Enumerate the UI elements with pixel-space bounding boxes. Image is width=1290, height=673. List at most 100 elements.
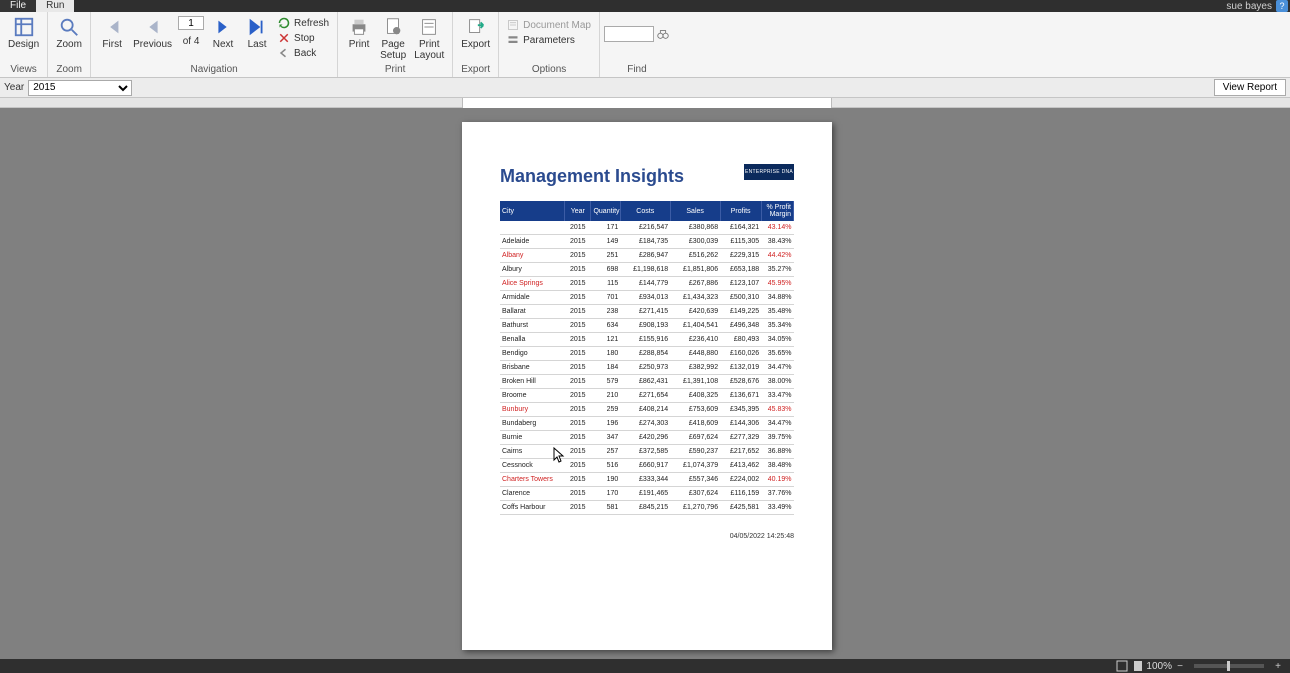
th-margin[interactable]: % Profit Margin	[761, 201, 793, 221]
view-report-button[interactable]: View Report	[1214, 79, 1286, 96]
table-row[interactable]: Alice Springs2015115£144,779£267,886£123…	[500, 277, 794, 291]
th-year[interactable]: Year	[565, 201, 591, 221]
table-row[interactable]: Bunbury2015259£408,214£753,609£345,39545…	[500, 403, 794, 417]
cell-costs: £216,547	[620, 221, 670, 235]
cell-year: 2015	[565, 403, 591, 417]
table-row[interactable]: Bathurst2015634£908,193£1,404,541£496,34…	[500, 319, 794, 333]
th-city[interactable]: City	[500, 201, 565, 221]
zoom-button[interactable]: Zoom	[52, 14, 86, 52]
param-year-select[interactable]: 2015	[28, 80, 132, 96]
cell-city: Armidale	[500, 291, 565, 305]
page-setup-button[interactable]: Page Setup	[376, 14, 410, 63]
table-row[interactable]: Armidale2015701£934,013£1,434,323£500,31…	[500, 291, 794, 305]
last-page-button[interactable]: Last	[240, 14, 274, 52]
cell-city: Cairns	[500, 445, 565, 459]
cell-year: 2015	[565, 417, 591, 431]
table-row[interactable]: Bendigo2015180£288,854£448,880£160,02635…	[500, 347, 794, 361]
design-button[interactable]: Design	[4, 14, 43, 52]
cell-city: Broome	[500, 389, 565, 403]
table-row[interactable]: Benalla2015121£155,916£236,410£80,49334.…	[500, 333, 794, 347]
help-icon[interactable]: ?	[1276, 0, 1288, 12]
horizontal-ruler	[0, 98, 1290, 108]
parameters-label: Parameters	[523, 35, 575, 46]
table-row[interactable]: 2015171£216,547£380,868£164,32143.14%	[500, 221, 794, 235]
table-row[interactable]: Cairns2015257£372,585£590,237£217,65236.…	[500, 445, 794, 459]
print-layout-button[interactable]: Print Layout	[410, 14, 448, 63]
cell-city: Cessnock	[500, 459, 565, 473]
table-row[interactable]: Coffs Harbour2015581£845,215£1,270,796£4…	[500, 501, 794, 515]
cell-sales: £307,624	[670, 487, 720, 501]
table-row[interactable]: Ballarat2015238£271,415£420,639£149,2253…	[500, 305, 794, 319]
report-canvas[interactable]: ENTERPRISE DNA Management Insights City …	[0, 108, 1290, 659]
print-button[interactable]: Print	[342, 14, 376, 63]
table-row[interactable]: Adelaide2015149£184,735£300,039£115,3053…	[500, 235, 794, 249]
table-row[interactable]: Broken Hill2015579£862,431£1,391,108£528…	[500, 375, 794, 389]
cell-costs: £286,947	[620, 249, 670, 263]
cell-qty: 184	[591, 361, 620, 375]
find-input[interactable]	[604, 26, 654, 42]
table-row[interactable]: Cessnock2015516£660,917£1,074,379£413,46…	[500, 459, 794, 473]
group-label-export: Export	[457, 63, 494, 77]
page-current-input[interactable]	[178, 16, 204, 30]
cell-year: 2015	[565, 305, 591, 319]
cell-year: 2015	[565, 361, 591, 375]
table-row[interactable]: Burnie2015347£420,296£697,624£277,32939.…	[500, 431, 794, 445]
cell-profits: £80,493	[720, 333, 761, 347]
cell-margin: 38.43%	[761, 235, 793, 249]
cell-city: Coffs Harbour	[500, 501, 565, 515]
tab-run[interactable]: Run	[36, 0, 74, 12]
th-costs[interactable]: Costs	[620, 201, 670, 221]
cell-profits: £144,306	[720, 417, 761, 431]
parameters-button[interactable]: Parameters	[503, 33, 595, 47]
table-row[interactable]: Brisbane2015184£250,973£382,992£132,0193…	[500, 361, 794, 375]
stop-button[interactable]: Stop	[274, 31, 333, 45]
export-button[interactable]: Export	[457, 14, 494, 63]
next-label: Next	[213, 39, 234, 50]
page-view-icon[interactable]	[1132, 660, 1144, 672]
th-sales[interactable]: Sales	[670, 201, 720, 221]
table-row[interactable]: Clarence2015170£191,465£307,624£116,1593…	[500, 487, 794, 501]
cell-margin: 45.83%	[761, 403, 793, 417]
th-profits[interactable]: Profits	[720, 201, 761, 221]
cell-year: 2015	[565, 319, 591, 333]
previous-page-button[interactable]: Previous	[129, 14, 176, 52]
zoom-out-button[interactable]: −	[1174, 660, 1186, 672]
binoculars-icon[interactable]	[656, 27, 670, 41]
back-button[interactable]: Back	[274, 46, 333, 60]
cell-profits: £217,652	[720, 445, 761, 459]
table-row[interactable]: Bundaberg2015196£274,303£418,609£144,306…	[500, 417, 794, 431]
layout-view-icon[interactable]	[1116, 660, 1128, 672]
zoom-slider-thumb[interactable]	[1227, 661, 1230, 671]
cell-qty: 210	[591, 389, 620, 403]
cell-city: Albury	[500, 263, 565, 277]
table-row[interactable]: Broome2015210£271,654£408,325£136,67133.…	[500, 389, 794, 403]
document-map-button[interactable]: Document Map	[503, 18, 595, 32]
zoom-percent: 100%	[1146, 661, 1172, 672]
refresh-button[interactable]: Refresh	[274, 16, 333, 30]
ribbon-group-views: Design Views	[0, 12, 48, 77]
first-page-button[interactable]: First	[95, 14, 129, 52]
cell-qty: 634	[591, 319, 620, 333]
cell-costs: £184,735	[620, 235, 670, 249]
zoom-slider[interactable]	[1194, 664, 1264, 668]
table-row[interactable]: Albany2015251£286,947£516,262£229,31544.…	[500, 249, 794, 263]
cell-city: Adelaide	[500, 235, 565, 249]
cell-year: 2015	[565, 221, 591, 235]
table-row[interactable]: Charters Towers2015190£333,344£557,346£2…	[500, 473, 794, 487]
cell-profits: £160,026	[720, 347, 761, 361]
cell-margin: 44.42%	[761, 249, 793, 263]
table-row[interactable]: Albury2015698£1,198,618£1,851,806£653,18…	[500, 263, 794, 277]
th-quantity[interactable]: Quantity	[591, 201, 620, 221]
cell-city: Charters Towers	[500, 473, 565, 487]
cell-qty: 115	[591, 277, 620, 291]
cell-profits: £653,188	[720, 263, 761, 277]
document-map-icon	[507, 19, 519, 31]
cell-sales: £267,886	[670, 277, 720, 291]
stop-label: Stop	[294, 33, 315, 44]
cell-profits: £528,676	[720, 375, 761, 389]
zoom-in-button[interactable]: +	[1272, 660, 1284, 672]
next-page-button[interactable]: Next	[206, 14, 240, 52]
tab-file[interactable]: File	[0, 0, 36, 12]
cell-qty: 196	[591, 417, 620, 431]
cell-costs: £144,779	[620, 277, 670, 291]
